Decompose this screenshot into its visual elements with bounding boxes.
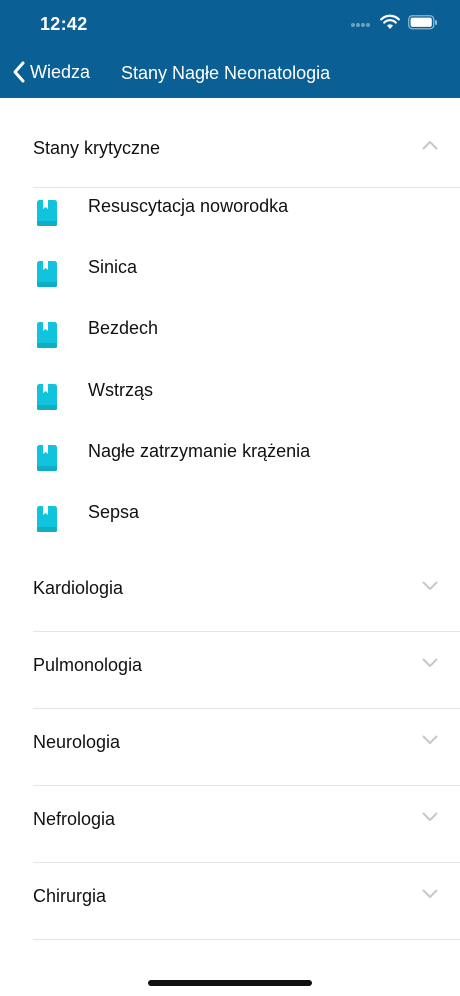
app-header: 12:42 Wiedza Stany Nagłe Neonatologia (0, 0, 460, 98)
category-title: Nefrologia (33, 809, 116, 830)
wifi-icon (380, 14, 400, 29)
list-item-label: Nagłe zatrzymanie krążenia (88, 440, 311, 461)
book-icon (37, 444, 57, 471)
chevron-down-icon (422, 889, 438, 899)
divider (33, 939, 460, 941)
section-items: Resuscytacja noworodka Sinica Bezdech Ws… (0, 188, 460, 555)
book-icon (37, 200, 57, 226)
status-bar: 12:42 (0, 0, 460, 50)
category-title: Kardiologia (33, 578, 124, 599)
list-item-label: Sinica (88, 257, 138, 278)
knowledge-list: Stany krytyczne Resuscytacja noworodka S… (0, 98, 460, 941)
chevron-down-icon (422, 735, 438, 745)
list-item-sepsa[interactable]: Sepsa (0, 494, 460, 555)
list-item-resuscytacja[interactable]: Resuscytacja noworodka (0, 188, 460, 249)
book-icon (37, 322, 57, 349)
chevron-down-icon (422, 658, 438, 668)
status-time: 12:42 (40, 14, 88, 34)
category-title: Chirurgia (33, 886, 107, 907)
category-chirurgia[interactable]: Chirurgia (0, 863, 460, 941)
chevron-left-icon (13, 61, 25, 83)
back-label: Wiedza (30, 61, 91, 82)
section-title: Stany krytyczne (33, 138, 161, 158)
chevron-down-icon (422, 581, 438, 591)
home-indicator[interactable] (148, 980, 312, 986)
chevron-up-icon (422, 141, 438, 150)
page-title: Stany Nagłe Neonatologia (121, 63, 331, 83)
list-item-sinica[interactable]: Sinica (0, 249, 460, 310)
book-icon (37, 261, 57, 288)
signal-icon (351, 23, 370, 27)
book-icon (37, 505, 57, 532)
section-header-stany-krytyczne[interactable]: Stany krytyczne (0, 98, 460, 188)
list-item-nzk[interactable]: Nagłe zatrzymanie krążenia (0, 433, 460, 494)
category-pulmonologia[interactable]: Pulmonologia (0, 632, 460, 710)
list-item-label: Sepsa (88, 501, 140, 522)
list-item-bezdech[interactable]: Bezdech (0, 310, 460, 371)
category-kardiologia[interactable]: Kardiologia (0, 555, 460, 633)
list-item-label: Wstrząs (88, 379, 153, 400)
list-item-wstrzas[interactable]: Wstrząs (0, 372, 460, 433)
category-title: Pulmonologia (33, 655, 143, 676)
status-icons (350, 14, 438, 30)
category-nefrologia[interactable]: Nefrologia (0, 786, 460, 864)
battery-icon (408, 14, 437, 29)
nav-bar: Wiedza Stany Nagłe Neonatologia (0, 54, 460, 94)
category-title: Neurologia (33, 732, 121, 753)
chevron-down-icon (422, 812, 438, 822)
list-item-label: Resuscytacja noworodka (88, 196, 289, 216)
list-item-label: Bezdech (88, 318, 159, 339)
book-icon (37, 383, 57, 410)
category-neurologia[interactable]: Neurologia (0, 709, 460, 787)
back-button[interactable]: Wiedza (12, 60, 90, 84)
